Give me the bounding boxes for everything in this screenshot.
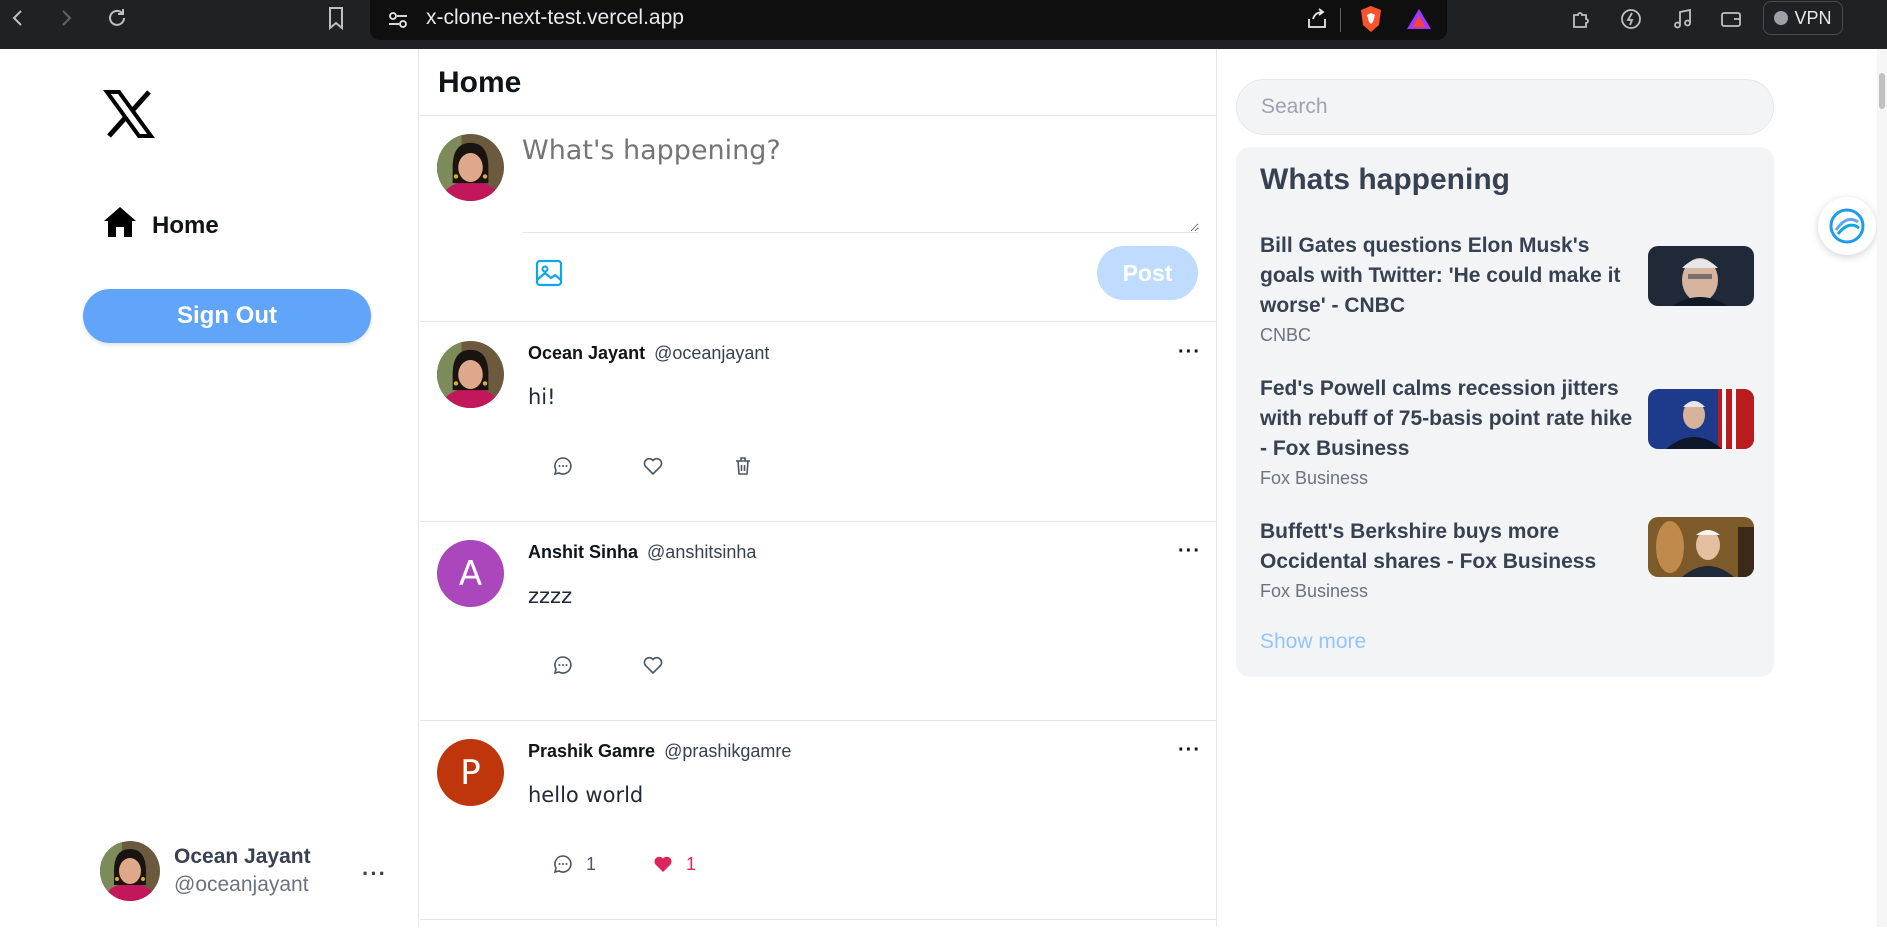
trends-panel: Whats happening Bill Gates questions Elo…	[1236, 147, 1774, 677]
reload-icon[interactable]	[103, 4, 131, 32]
trends-title: Whats happening	[1260, 163, 1510, 196]
news-item[interactable]: Fed's Powell calms recession jitters wit…	[1260, 374, 1754, 489]
news-title[interactable]: Fed's Powell calms recession jitters wit…	[1260, 374, 1640, 464]
avatar	[100, 841, 160, 901]
tweet-more-icon[interactable]: ···	[1178, 341, 1201, 364]
nav-item-home[interactable]: Home	[102, 205, 219, 246]
avatar[interactable]: A	[437, 540, 504, 607]
scrollbar-thumb[interactable]	[1879, 73, 1885, 109]
leo-icon[interactable]	[1615, 3, 1647, 35]
avatar	[437, 134, 504, 201]
wallet-icon[interactable]	[1715, 3, 1747, 35]
x-logo-icon[interactable]	[102, 87, 156, 141]
avatar[interactable]	[437, 341, 504, 408]
nav-item-label: Home	[152, 211, 219, 239]
news-title[interactable]: Buffett's Berkshire buys more Occidental…	[1260, 517, 1640, 577]
tweet-more-icon[interactable]: ···	[1178, 739, 1201, 762]
heart-filled-icon	[654, 856, 672, 872]
tweet-item[interactable]: A Anshit Sinha @anshitsinha ··· zzzz	[420, 522, 1217, 721]
back-icon[interactable]	[4, 4, 32, 32]
heart-icon	[643, 457, 663, 476]
brave-rewards-icon[interactable]	[1403, 3, 1435, 35]
assistant-bubble-icon[interactable]	[1818, 197, 1876, 255]
user-name: Ocean Jayant	[174, 845, 311, 868]
image-icon[interactable]	[534, 258, 566, 290]
comment-icon	[553, 855, 572, 874]
compose-input[interactable]	[522, 129, 1199, 233]
search-input[interactable]	[1236, 79, 1774, 135]
user-handle: @oceanjayant	[174, 873, 309, 896]
vpn-status-icon	[1774, 11, 1789, 25]
news-thumbnail[interactable]	[1648, 246, 1754, 306]
news-source: Fox Business	[1260, 581, 1369, 601]
reply-button[interactable]	[552, 654, 586, 676]
like-button[interactable]	[642, 654, 676, 676]
tweet-text: zzzz	[528, 584, 573, 608]
tweet-item[interactable]: P Prashik Gamre @prashikgamre ··· hello …	[420, 721, 1217, 920]
like-button[interactable]: 1	[652, 853, 696, 875]
site-settings-icon[interactable]	[384, 6, 412, 34]
main-feed: Home Post	[420, 49, 1217, 927]
reply-count: 1	[586, 853, 597, 874]
news-item[interactable]: Bill Gates questions Elon Musk's goals w…	[1260, 231, 1754, 346]
comment-icon	[553, 457, 572, 476]
vpn-button[interactable]: VPN	[1763, 1, 1843, 35]
reply-button[interactable]	[552, 455, 586, 477]
more-icon[interactable]: ···	[362, 861, 387, 887]
url-text[interactable]: x-clone-next-test.vercel.app	[426, 6, 684, 30]
show-more-link[interactable]: Show more	[1260, 630, 1366, 654]
tweet-text: hi!	[528, 385, 556, 409]
news-item[interactable]: Buffett's Berkshire buys more Occidental…	[1260, 517, 1754, 602]
news-thumbnail[interactable]	[1648, 389, 1754, 449]
tweet-author-name[interactable]: Prashik Gamre	[528, 741, 655, 761]
news-thumbnail[interactable]	[1648, 517, 1754, 577]
scrollbar[interactable]	[1877, 49, 1887, 927]
tweet-text: hello world	[528, 783, 644, 807]
reply-button[interactable]: 1	[552, 853, 596, 875]
news-source: Fox Business	[1260, 468, 1369, 488]
brave-shield-icon[interactable]	[1355, 3, 1387, 35]
avatar[interactable]: P	[437, 739, 504, 806]
separator	[1340, 8, 1341, 32]
address-bar[interactable]: x-clone-next-test.vercel.app	[370, 0, 1447, 40]
tweet-item	[420, 920, 1217, 930]
feed-header: Home	[420, 49, 1216, 116]
tweet-author-handle[interactable]: @prashikgamre	[664, 741, 791, 761]
like-button[interactable]	[642, 455, 676, 477]
trash-icon	[736, 457, 750, 475]
vpn-label: VPN	[1794, 7, 1832, 28]
like-count: 1	[686, 853, 697, 874]
page-title: Home	[438, 66, 522, 99]
comment-icon	[553, 656, 572, 675]
tweet-author-handle[interactable]: @oceanjayant	[654, 343, 769, 363]
home-icon	[102, 205, 138, 246]
tweet-author-name[interactable]: Anshit Sinha	[528, 542, 638, 562]
heart-icon	[643, 656, 663, 675]
post-button[interactable]: Post	[1097, 246, 1198, 300]
share-icon[interactable]	[1302, 4, 1332, 34]
tweet-author-handle[interactable]: @anshitsinha	[647, 542, 756, 562]
tweet-item[interactable]: Ocean Jayant @oceanjayant ··· hi!	[420, 323, 1217, 522]
media-icon[interactable]	[1667, 3, 1699, 35]
bookmark-icon[interactable]	[322, 4, 350, 32]
delete-button[interactable]	[732, 455, 754, 477]
tweet-more-icon[interactable]: ···	[1178, 540, 1201, 563]
news-source: CNBC	[1260, 325, 1312, 345]
sign-out-button[interactable]: Sign Out	[83, 289, 371, 343]
news-title[interactable]: Bill Gates questions Elon Musk's goals w…	[1260, 231, 1640, 321]
tweet-author-name[interactable]: Ocean Jayant	[528, 343, 645, 363]
extensions-icon[interactable]	[1566, 3, 1598, 35]
account-switcher[interactable]: Ocean Jayant @oceanjayant ···	[100, 839, 390, 903]
right-sidebar: Whats happening Bill Gates questions Elo…	[1218, 49, 1887, 927]
left-sidebar: Home Sign Out Ocean Jayant @oceanjayant …	[0, 49, 419, 927]
browser-toolbar: x-clone-next-test.vercel.app VPN	[0, 0, 1887, 49]
forward-icon[interactable]	[52, 4, 80, 32]
